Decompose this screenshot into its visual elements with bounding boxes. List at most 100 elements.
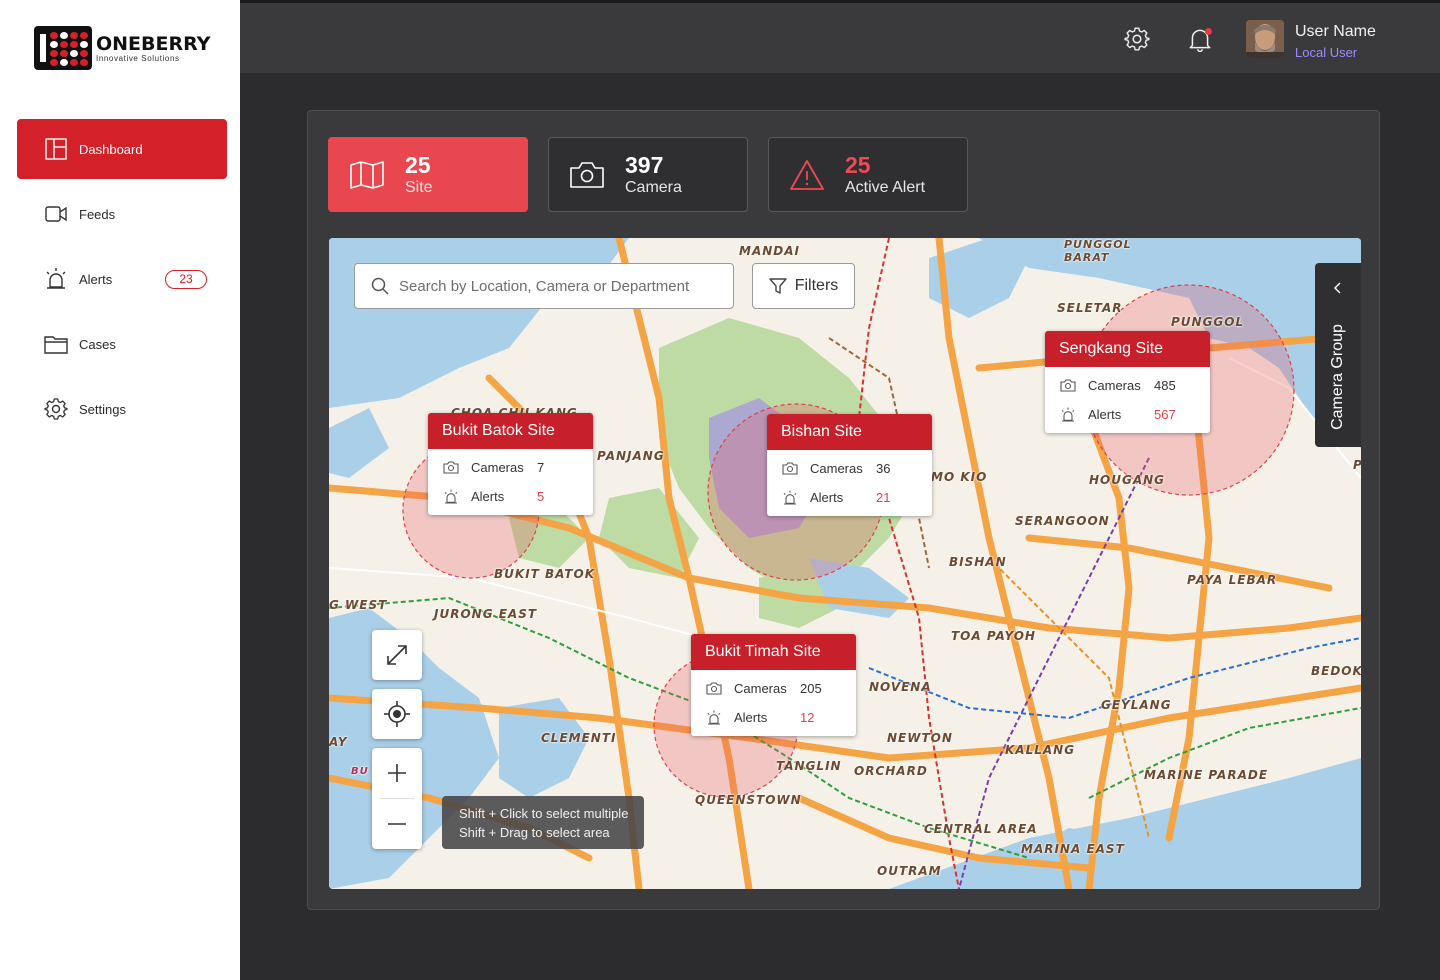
locate-me-button[interactable] <box>372 689 422 739</box>
map-place-label: PANJANG <box>597 449 665 463</box>
sidebar-item-feeds[interactable]: Feeds <box>17 184 227 244</box>
map-place-label: TANGLIN <box>776 759 842 773</box>
site-card-bukit-batok[interactable]: Bukit Batok Site Cameras 7 Alerts 5 <box>428 413 593 515</box>
dashboard-icon <box>44 137 68 161</box>
video-camera-icon <box>44 202 68 226</box>
camera-icon <box>1060 379 1078 392</box>
user-role: Local User <box>1295 45 1358 60</box>
warning-icon <box>789 157 825 193</box>
zoom-in-button[interactable] <box>372 748 422 798</box>
alerts-label: Alerts <box>810 490 844 505</box>
filters-button[interactable]: Filters <box>752 263 855 309</box>
oneberry-logo[interactable]: ONEBERRY Innovative Solutions <box>34 26 210 70</box>
main-panel: 25 Site 397 Camera 25 Active Alert MANDA… <box>307 110 1380 910</box>
search-input[interactable] <box>399 277 719 295</box>
sidebar: ONEBERRY Innovative Solutions Dashboard … <box>0 0 240 980</box>
site-name: Bukit Timah Site <box>691 634 856 670</box>
hint-line: Shift + Click to select multiple <box>459 806 629 821</box>
camera-group-drawer-toggle[interactable]: Camera Group <box>1315 263 1361 447</box>
sidebar-item-label: Alerts <box>79 271 113 287</box>
map-place-label: AY <box>329 735 348 749</box>
stat-card-cameras[interactable]: 397 Camera <box>548 137 748 212</box>
site-name: Bukit Batok Site <box>428 413 593 449</box>
map-search-box[interactable] <box>354 263 734 309</box>
map-place-label: PUNGGOL BARAT <box>1064 238 1132 264</box>
fullscreen-button[interactable] <box>372 630 422 680</box>
stat-value: 25 <box>405 151 431 178</box>
notification-dot <box>1205 28 1212 35</box>
alerts-label: Alerts <box>734 710 768 725</box>
map-place-label: GEYLANG <box>1101 698 1172 712</box>
map-place-label: PUNGGOL <box>1171 315 1245 329</box>
stat-card-active-alerts[interactable]: 25 Active Alert <box>768 137 968 212</box>
alerts-label: Alerts <box>1088 407 1122 422</box>
folder-icon <box>44 332 68 356</box>
alerts-count: 567 <box>1154 407 1176 422</box>
map-place-label: SERANGOON <box>1015 514 1110 528</box>
map-place-label: MARINE PARADE <box>1144 768 1269 782</box>
alerts-label: Alerts <box>471 489 505 504</box>
stat-label: Site <box>405 178 433 196</box>
sidebar-item-alerts[interactable]: Alerts 23 <box>17 249 227 309</box>
site-card-sengkang[interactable]: Sengkang Site Cameras 485 Alerts 567 <box>1045 331 1210 433</box>
map-place-label: MO KIO <box>931 470 988 484</box>
chevron-left-icon <box>1332 281 1344 300</box>
map-place-label: NEWTON <box>887 731 953 745</box>
sidebar-item-dashboard[interactable]: Dashboard <box>17 119 227 179</box>
stat-card-sites[interactable]: 25 Site <box>328 137 528 212</box>
cameras-label: Cameras <box>1088 378 1141 393</box>
cameras-label: Cameras <box>734 681 787 696</box>
expand-icon <box>384 642 410 668</box>
sidebar-item-label: Settings <box>79 401 126 417</box>
gear-icon <box>1124 26 1150 52</box>
brand-name: ONEBERRY <box>96 32 211 55</box>
alerts-count: 5 <box>537 489 545 504</box>
map-place-label: HOUGANG <box>1089 473 1166 487</box>
map-place-label: BUKIT BATOK <box>494 567 595 581</box>
map-place-label: SELETAR <box>1057 301 1123 315</box>
alerts-count: 21 <box>876 490 891 505</box>
zoom-controls <box>372 748 422 849</box>
stat-label: Camera <box>625 178 682 196</box>
sidebar-item-cases[interactable]: Cases <box>17 314 227 374</box>
camera-group-label: Camera Group <box>1329 324 1346 430</box>
cameras-label: Cameras <box>810 461 863 476</box>
alerts-count-badge: 23 <box>165 270 207 289</box>
camera-icon <box>782 462 800 475</box>
alarm-icon <box>1060 407 1078 423</box>
map-place-label: BEDOK <box>1311 664 1361 678</box>
hint-line: Shift + Drag to select area <box>459 825 610 840</box>
map-place-label: BU <box>351 766 369 777</box>
settings-button[interactable] <box>1123 25 1151 53</box>
map-place-label: ORCHARD <box>854 764 928 778</box>
site-map[interactable]: MANDAI PUNGGOL BARAT SELETAR PUNGGOL CHO… <box>329 238 1361 889</box>
map-place-label: JURONG EAST <box>434 607 538 621</box>
plus-icon <box>387 763 407 783</box>
site-card-bukit-timah[interactable]: Bukit Timah Site Cameras 205 Alerts 12 <box>691 634 856 736</box>
sidebar-item-label: Cases <box>79 336 116 352</box>
map-place-label: KALLANG <box>1005 743 1076 757</box>
map-place-label: MARINA EAST <box>1021 842 1125 856</box>
map-icon <box>349 157 385 193</box>
cameras-count: 36 <box>876 461 891 476</box>
site-card-bishan[interactable]: Bishan Site Cameras 36 Alerts 21 <box>767 414 932 516</box>
cameras-count: 7 <box>537 460 545 475</box>
filter-icon <box>769 277 795 295</box>
alarm-icon <box>706 710 724 726</box>
alarm-icon <box>782 490 800 506</box>
avatar[interactable] <box>1246 20 1284 58</box>
selection-hint: Shift + Click to select multiple Shift +… <box>442 796 644 849</box>
stat-value: 397 <box>625 151 664 178</box>
map-place-label: CLEMENTI <box>541 731 617 745</box>
zoom-out-button[interactable] <box>372 799 422 849</box>
notifications-button[interactable] <box>1186 25 1214 53</box>
sidebar-item-settings[interactable]: Settings <box>17 379 227 439</box>
camera-icon <box>443 461 461 474</box>
cameras-label: Cameras <box>471 460 524 475</box>
cameras-count: 205 <box>800 681 822 696</box>
map-place-label: P <box>1353 458 1361 472</box>
brand-tagline: Innovative Solutions <box>96 53 180 63</box>
alarm-icon <box>44 267 68 291</box>
alarm-icon <box>443 489 461 505</box>
user-name: User Name <box>1295 23 1376 40</box>
